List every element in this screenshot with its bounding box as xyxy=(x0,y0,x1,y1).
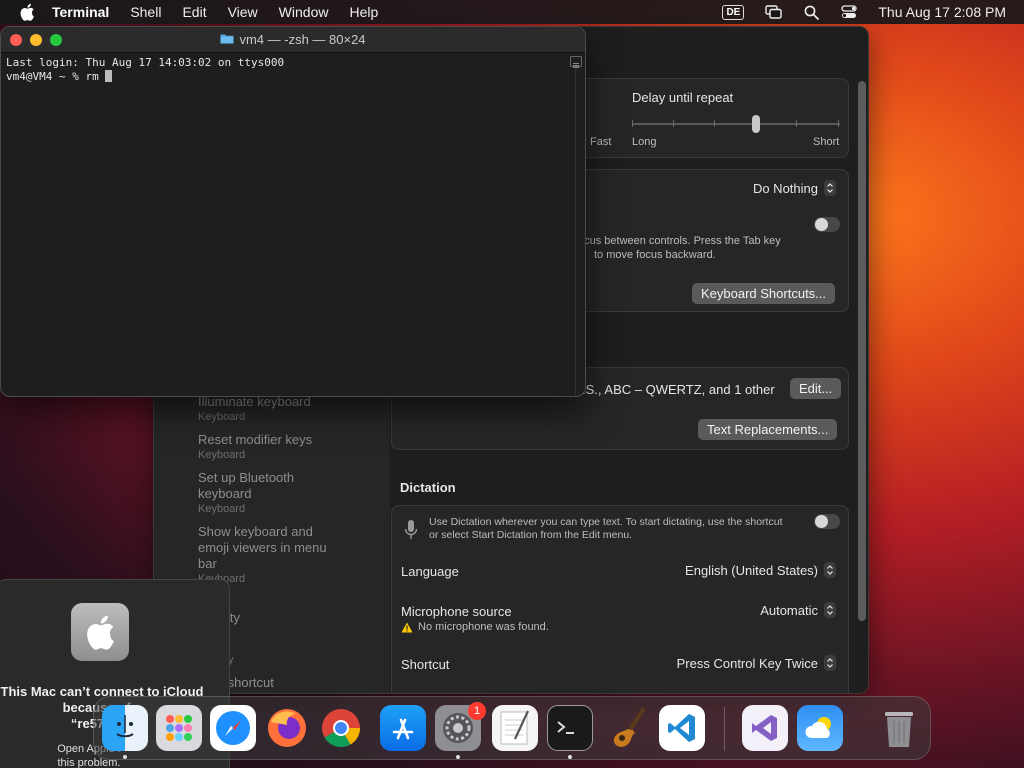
text-cursor xyxy=(105,70,113,82)
vscode-icon[interactable] xyxy=(659,705,705,751)
running-indicator xyxy=(123,755,127,759)
short-label: Short xyxy=(813,136,840,148)
running-indicator xyxy=(456,755,460,759)
sidebar-result-title: Reset modifier keys xyxy=(198,432,313,447)
menu-shell[interactable]: Shell xyxy=(130,4,161,20)
dock: 1 xyxy=(93,696,931,760)
dictation-toggle[interactable] xyxy=(814,514,840,529)
slider-tick xyxy=(632,120,633,127)
apple-logo-icon xyxy=(71,603,129,661)
notification-badge: 1 xyxy=(468,702,486,720)
prompt-line: vm4@VM4 ~ % rm xyxy=(6,70,106,83)
menu-app-name[interactable]: Terminal xyxy=(52,4,109,20)
microphone-source-popup[interactable]: Automatic xyxy=(760,602,836,618)
slider-tick xyxy=(796,120,797,127)
dictation-shortcut-popup[interactable]: Press Control Key Twice xyxy=(677,655,836,671)
edit-input-sources-button[interactable]: Edit... xyxy=(790,378,842,399)
menu-help[interactable]: Help xyxy=(349,4,378,20)
keyboard-navigation-desc: ocus between controls. Press the Tab key xyxy=(578,235,781,247)
text-replacements-button[interactable]: Text Replacements... xyxy=(698,419,838,440)
long-label: Long xyxy=(632,136,657,148)
keyboard-navigation-desc-2: to move focus backward. xyxy=(594,249,716,261)
textedit-icon[interactable] xyxy=(492,705,538,751)
dictation-desc: Use Dictation wherever you can type text… xyxy=(429,516,783,528)
slider-tick xyxy=(673,120,674,127)
firefox-icon[interactable] xyxy=(264,705,310,751)
sidebar-result-sub: Keyboard xyxy=(198,503,246,515)
dictation-heading: Dictation xyxy=(400,480,456,495)
garageband-icon[interactable] xyxy=(604,705,650,751)
keyboard-shortcuts-button[interactable]: Keyboard Shortcuts... xyxy=(692,283,836,304)
menu-window[interactable]: Window xyxy=(279,4,329,20)
running-indicator xyxy=(568,755,572,759)
microphone-source-label: Microphone source xyxy=(401,604,512,619)
settings-scrollbar[interactable] xyxy=(858,81,866,621)
language-popup[interactable]: English (United States) xyxy=(685,562,836,578)
slider-tick xyxy=(838,120,839,127)
finder-icon[interactable] xyxy=(102,705,148,751)
popup-chevron-icon xyxy=(824,180,836,196)
terminal-title-text: vm4 — -zsh — 80×24 xyxy=(239,32,366,47)
no-microphone-warning: No microphone was found. xyxy=(418,621,549,633)
toggle-knob xyxy=(815,218,828,231)
sidebar-result-illuminate-keyboard[interactable]: Illuminate keyboard Keyboard xyxy=(198,394,348,424)
safari-icon[interactable] xyxy=(210,705,256,751)
popup-chevron-icon xyxy=(824,655,836,671)
delay-until-repeat-label: Delay until repeat xyxy=(632,90,734,105)
menu-edit[interactable]: Edit xyxy=(182,4,206,20)
language-label: Language xyxy=(401,564,459,579)
search-icon[interactable] xyxy=(802,3,820,21)
microphone-source-value: Automatic xyxy=(760,602,818,618)
language-value: English (United States) xyxy=(685,562,818,578)
popup-chevron-icon xyxy=(824,562,836,578)
shortcut-label: Shortcut xyxy=(401,657,450,672)
toggle-knob xyxy=(815,515,828,528)
terminal-scroll-button[interactable] xyxy=(570,56,582,68)
launchpad-icon[interactable] xyxy=(156,705,202,751)
apple-logo-icon[interactable] xyxy=(18,3,36,21)
terminal-window[interactable]: vm4 — -zsh — 80×24 Last login: Thu Aug 1… xyxy=(0,26,586,397)
fn-key-value: Do Nothing xyxy=(752,180,818,196)
terminal-output[interactable]: Last login: Thu Aug 17 14:03:02 on ttys0… xyxy=(6,56,284,84)
menu-view[interactable]: View xyxy=(228,4,258,20)
keyboard-navigation-toggle[interactable] xyxy=(814,217,840,232)
folder-icon xyxy=(220,32,234,47)
fn-key-popup[interactable]: Do Nothing xyxy=(753,180,836,196)
app-store-icon[interactable] xyxy=(380,705,426,751)
sidebar-result-sub: Keyboard xyxy=(198,411,246,423)
input-source-indicator[interactable]: DE xyxy=(722,4,745,20)
chrome-icon[interactable] xyxy=(318,705,364,751)
terminal-icon[interactable] xyxy=(547,705,593,751)
terminal-title: vm4 — -zsh — 80×24 xyxy=(1,32,585,47)
clock[interactable]: Thu Aug 17 2:08 PM xyxy=(878,4,1006,20)
delay-slider-knob[interactable] xyxy=(751,115,760,133)
dictation-shortcut-value: Press Control Key Twice xyxy=(676,655,818,671)
control-center-icon[interactable] xyxy=(840,3,858,21)
popup-chevron-icon xyxy=(824,602,836,618)
dock-separator xyxy=(724,707,725,751)
terminal-scroll-track xyxy=(575,69,576,395)
dictation-card: Use Dictation wherever you can type text… xyxy=(391,505,849,693)
sidebar-result-keyboard-emoji-viewers[interactable]: Show keyboard and emoji viewers in menu … xyxy=(198,524,338,586)
weather-icon[interactable] xyxy=(797,705,843,751)
sidebar-result-bluetooth-keyboard[interactable]: Set up Bluetooth keyboard Keyboard xyxy=(198,470,328,516)
slider-tick xyxy=(714,120,715,127)
sidebar-result-reset-modifier-keys[interactable]: Reset modifier keys Keyboard xyxy=(198,432,348,462)
input-sources-value: .S., ABC – QWERTZ, and 1 other xyxy=(582,382,775,397)
last-login-line: Last login: Thu Aug 17 14:03:02 on ttys0… xyxy=(6,56,285,69)
sidebar-result-sub: Keyboard xyxy=(198,449,246,461)
visual-studio-icon[interactable] xyxy=(742,705,788,751)
delay-slider-track[interactable] xyxy=(632,123,840,125)
screen-mirroring-icon[interactable] xyxy=(764,3,782,21)
dictation-desc-2: or select Start Dictation from the Edit … xyxy=(429,529,633,541)
trash-icon[interactable] xyxy=(876,705,922,751)
sidebar-result-title: Set up Bluetooth keyboard xyxy=(198,470,295,501)
warning-icon xyxy=(401,620,413,638)
terminal-titlebar[interactable]: vm4 — -zsh — 80×24 xyxy=(1,27,585,53)
fast-label: Fast xyxy=(590,136,612,148)
sidebar-result-title: Show keyboard and emoji viewers in menu … xyxy=(198,524,327,571)
menu-bar: Terminal Shell Edit View Window Help DE … xyxy=(0,0,1024,24)
microphone-icon xyxy=(404,519,418,546)
